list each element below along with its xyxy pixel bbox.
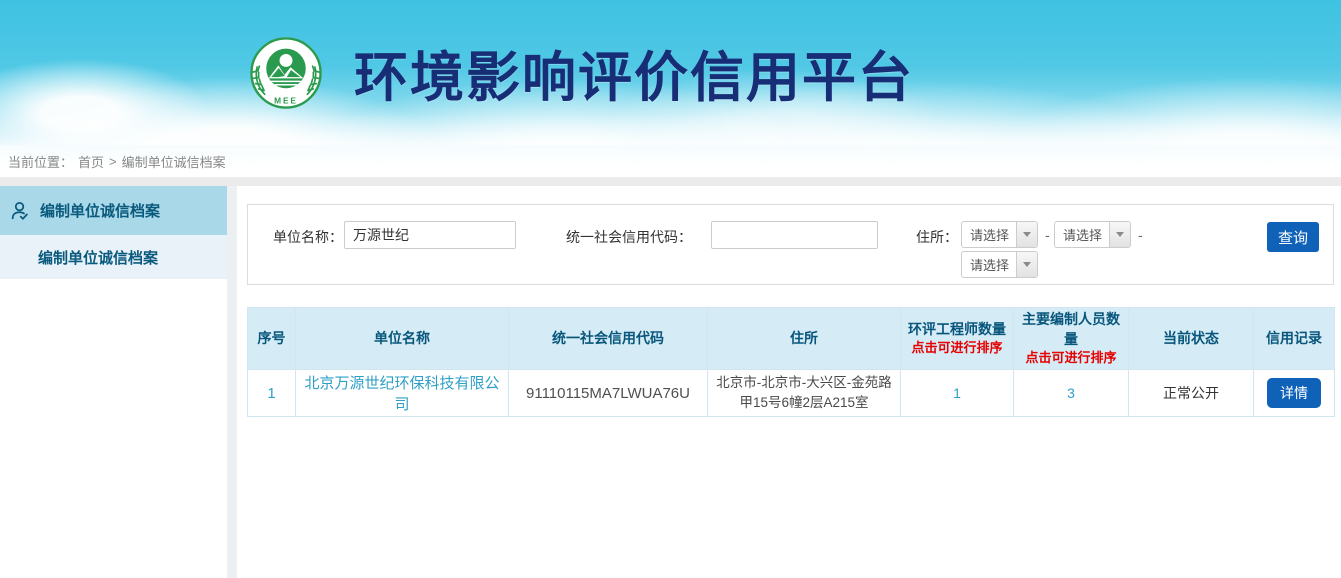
user-check-icon [9, 200, 31, 222]
chevron-down-icon[interactable] [1109, 222, 1130, 247]
dash-separator: - [1045, 227, 1050, 243]
divider-band [0, 177, 1341, 186]
credit-code-label: 统一社会信用代码： [566, 227, 692, 247]
query-button[interactable]: 查询 [1267, 222, 1319, 252]
company-name-link[interactable]: 北京万源世纪环保科技有限公司 [304, 375, 499, 413]
sidebar-gutter [227, 186, 237, 578]
province-select-value: 请选择 [962, 222, 1016, 247]
unit-name-input[interactable] [344, 221, 516, 249]
credit-code-input[interactable] [711, 221, 878, 249]
row-index: 1 [248, 370, 296, 417]
col-header-name: 单位名称 [296, 308, 509, 370]
status-value: 正常公开 [1129, 370, 1254, 417]
col-header-staff-label: 主要编制人员数量 [1022, 311, 1120, 347]
province-select[interactable]: 请选择 [961, 221, 1038, 248]
district-select[interactable]: 请选择 [961, 251, 1038, 278]
col-header-engineer-label: 环评工程师数量 [908, 321, 1006, 337]
district-select-value: 请选择 [962, 252, 1016, 277]
sort-hint[interactable]: 点击可进行排序 [1018, 349, 1124, 367]
search-panel: 单位名称： 统一社会信用代码： 住所： 请选择 - 请选择 - 请选择 查询 [247, 204, 1334, 285]
unit-name-label: 单位名称： [273, 227, 343, 247]
col-header-staff-count-sortable[interactable]: 主要编制人员数量 点击可进行排序 [1014, 308, 1129, 370]
site-banner: MEE 环境影响评价信用平台 [0, 0, 1341, 145]
col-header-index: 序号 [248, 308, 296, 370]
breadcrumb-separator: > [109, 154, 117, 169]
address-value: 北京市-北京市-大兴区-金苑路甲15号6幢2层A215室 [708, 370, 901, 417]
chevron-down-icon[interactable] [1016, 252, 1037, 277]
sidebar-group-archive[interactable]: 编制单位诚信档案 [0, 186, 227, 235]
table-row: 1 北京万源世纪环保科技有限公司 91110115MA7LWUA76U 北京市-… [248, 370, 1335, 417]
col-header-code: 统一社会信用代码 [509, 308, 708, 370]
sidebar: 编制单位诚信档案 编制单位诚信档案 [0, 186, 227, 578]
table-header-row: 序号 单位名称 统一社会信用代码 住所 环评工程师数量 点击可进行排序 主要编制… [248, 308, 1335, 370]
sidebar-group-label: 编制单位诚信档案 [40, 200, 160, 221]
svg-text:MEE: MEE [274, 95, 298, 105]
credit-code-value: 91110115MA7LWUA76U [509, 370, 708, 417]
col-header-address: 住所 [708, 308, 901, 370]
results-table: 序号 单位名称 统一社会信用代码 住所 环评工程师数量 点击可进行排序 主要编制… [247, 307, 1335, 417]
sort-hint[interactable]: 点击可进行排序 [905, 339, 1009, 357]
sidebar-item-archive[interactable]: 编制单位诚信档案 [0, 235, 227, 279]
main-content: 单位名称： 统一社会信用代码： 住所： 请选择 - 请选择 - 请选择 查询 [237, 186, 1341, 578]
chevron-down-icon[interactable] [1016, 222, 1037, 247]
col-header-credit-record: 信用记录 [1254, 308, 1335, 370]
detail-button[interactable]: 详情 [1267, 378, 1321, 408]
staff-count-link[interactable]: 3 [1067, 385, 1075, 401]
breadcrumb-current: 编制单位诚信档案 [122, 152, 226, 171]
dash-separator: - [1138, 227, 1143, 243]
site-title: 环境影响评价信用平台 [354, 33, 914, 112]
breadcrumb-home-link[interactable]: 首页 [78, 152, 104, 171]
mee-logo-icon: MEE [248, 35, 324, 111]
col-header-engineer-count-sortable[interactable]: 环评工程师数量 点击可进行排序 [901, 308, 1014, 370]
engineer-count-link[interactable]: 1 [953, 385, 961, 401]
city-select-value: 请选择 [1055, 222, 1109, 247]
address-label: 住所： [916, 227, 958, 247]
breadcrumb-prefix: 当前位置： [8, 152, 73, 171]
city-select[interactable]: 请选择 [1054, 221, 1131, 248]
breadcrumb: 当前位置： 首页 > 编制单位诚信档案 [0, 145, 1341, 177]
col-header-status: 当前状态 [1129, 308, 1254, 370]
